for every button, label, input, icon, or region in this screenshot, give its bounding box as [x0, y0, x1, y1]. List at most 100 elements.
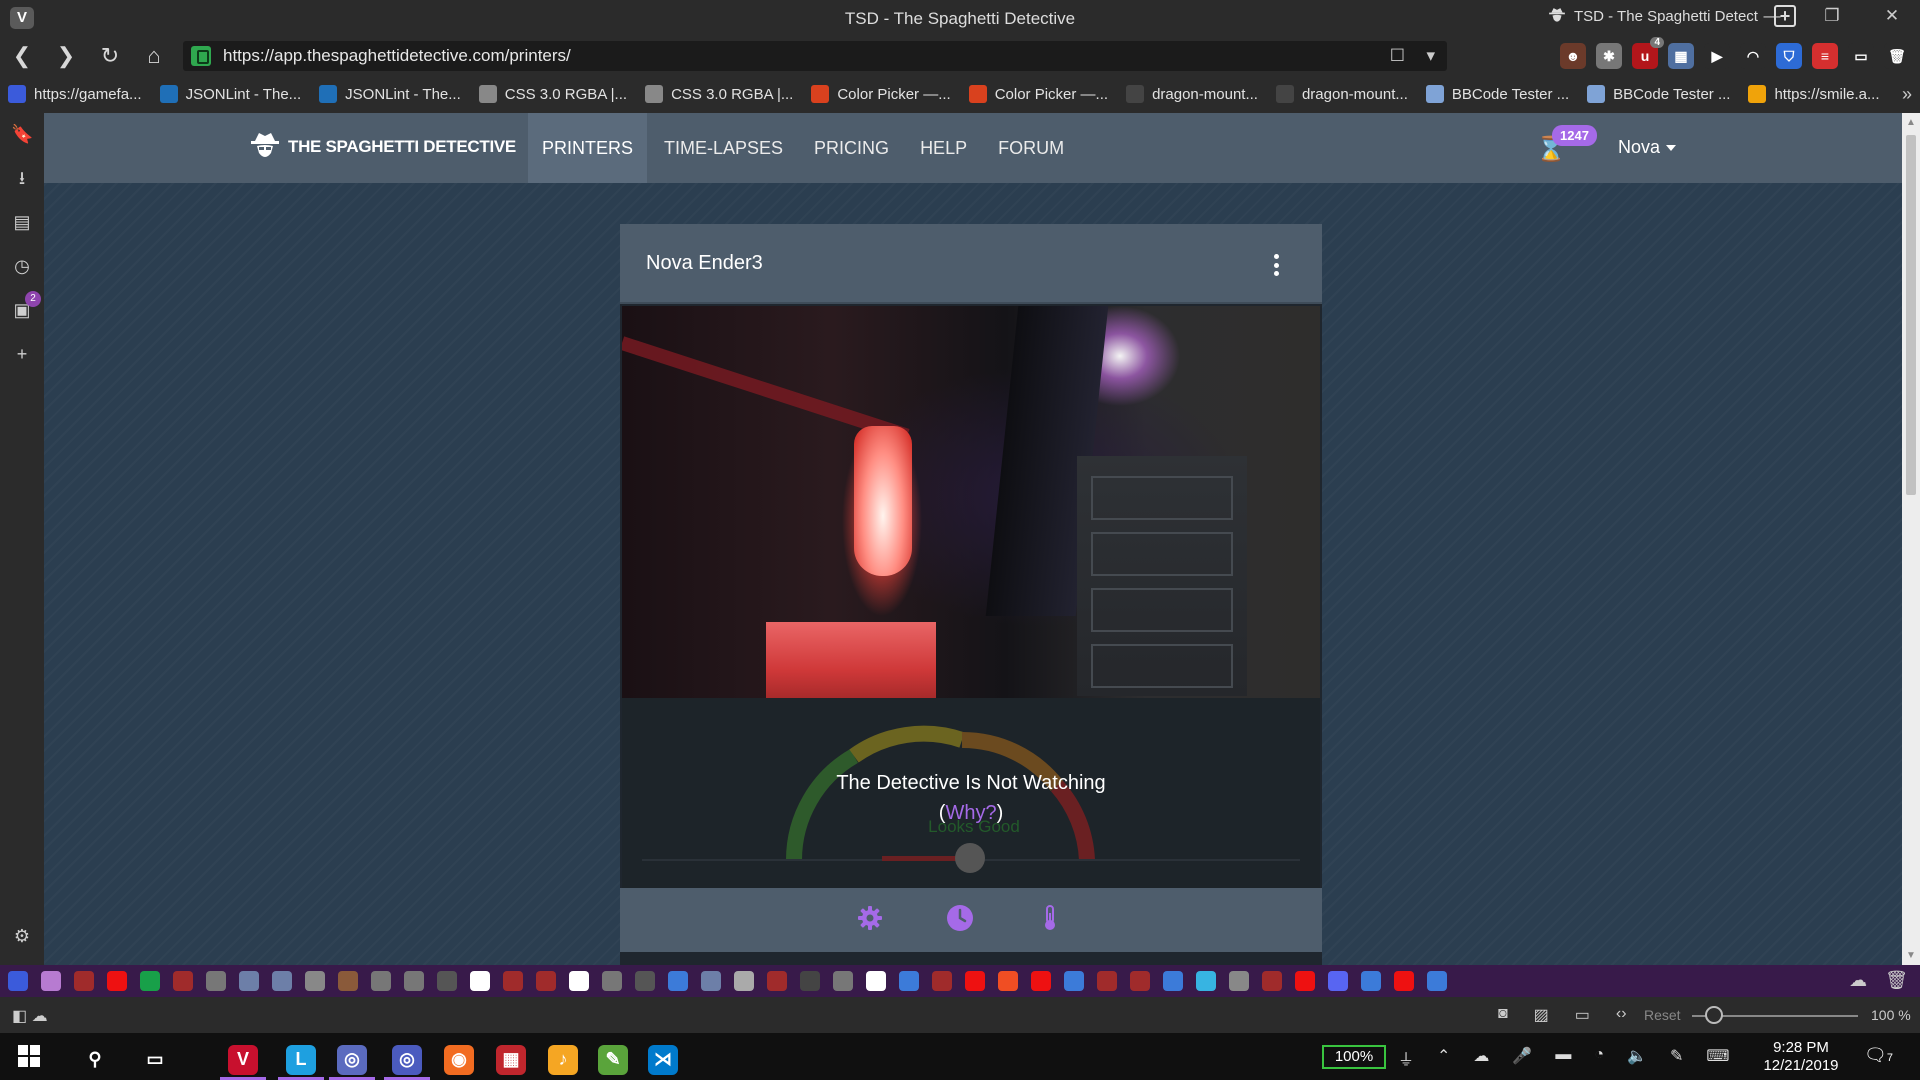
pinned-tab[interactable]	[800, 971, 820, 991]
pinned-tab[interactable]	[602, 971, 622, 991]
nav-help[interactable]: HELP	[906, 113, 981, 183]
downloads-panel-icon[interactable]: ⭳	[11, 167, 33, 189]
pinned-tab[interactable]	[503, 971, 523, 991]
scrollbar-thumb[interactable]	[1906, 135, 1916, 495]
stack-extension-icon[interactable]: ≡	[1812, 43, 1838, 69]
ublock-extension-icon[interactable]: u4	[1632, 37, 1664, 69]
pinned-tab[interactable]	[833, 971, 853, 991]
taskbar-task-view[interactable]: ▭	[128, 1039, 182, 1080]
thermometer-icon[interactable]	[1036, 904, 1064, 932]
bookmarks-panel-icon[interactable]: 🔖	[11, 123, 33, 145]
camera-icon[interactable]: ◙	[1498, 1005, 1508, 1025]
home-button[interactable]: ⌂	[140, 43, 168, 69]
pinned-tab[interactable]	[8, 971, 28, 991]
bookmark-item[interactable]: JSONLint - The...	[319, 85, 461, 103]
pinned-tab[interactable]	[437, 971, 457, 991]
pinned-tab[interactable]	[1229, 971, 1249, 991]
onedrive-icon[interactable]: ☁	[1473, 1046, 1489, 1070]
battery-indicator[interactable]: 100%	[1322, 1045, 1386, 1069]
nav-time-lapses[interactable]: TIME-LAPSES	[650, 113, 797, 183]
pinned-tab[interactable]	[305, 971, 325, 991]
taskbar-lightshot[interactable]: L	[274, 1039, 328, 1080]
taskbar-itunes[interactable]: ♪	[536, 1039, 590, 1080]
bookmark-page-icon[interactable]: ☐	[1390, 41, 1405, 71]
code-icon[interactable]: ‹›	[1616, 1005, 1627, 1025]
pinned-tab[interactable]	[107, 971, 127, 991]
pinned-tab[interactable]	[635, 971, 655, 991]
detective-hours-badge[interactable]: 1247	[1552, 125, 1597, 146]
bookmark-item[interactable]: BBCode Tester ...	[1425, 85, 1569, 103]
nav-pricing[interactable]: PRICING	[800, 113, 903, 183]
url-field[interactable]: https://app.thespaghettidetective.com/pr…	[183, 41, 1447, 71]
pinned-tab[interactable]	[371, 971, 391, 991]
bookmarks-overflow-icon[interactable]: »	[1902, 84, 1912, 105]
window-panel-icon[interactable]: ▣ 2	[11, 291, 41, 321]
pinned-tab[interactable]	[1262, 971, 1282, 991]
pinned-tab[interactable]	[41, 971, 61, 991]
pinned-tab[interactable]	[998, 971, 1018, 991]
pinned-tab[interactable]	[1394, 971, 1414, 991]
pinned-tab[interactable]	[965, 971, 985, 991]
taskbar-discord[interactable]: ◎	[380, 1039, 434, 1080]
bookmark-item[interactable]: https://smile.a...	[1748, 85, 1880, 103]
taskbar-discord-beta[interactable]: ◎	[325, 1039, 379, 1080]
pinned-tab[interactable]	[866, 971, 886, 991]
cloud-sync-icon[interactable]: ☁	[1849, 970, 1867, 991]
notes-panel-icon[interactable]: ▤	[11, 211, 33, 233]
reload-button[interactable]: ↻	[96, 43, 124, 69]
keyboard-icon[interactable]: ⌨	[1706, 1046, 1729, 1070]
bookmark-item[interactable]: dragon-mount...	[1126, 85, 1258, 103]
pinned-tab[interactable]	[1196, 971, 1216, 991]
bookmark-item[interactable]: dragon-mount...	[1275, 85, 1408, 103]
back-button[interactable]: ❮	[8, 43, 36, 69]
forward-button[interactable]: ❯	[52, 43, 80, 69]
add-panel-icon[interactable]: +	[11, 343, 33, 365]
pinned-tab[interactable]	[932, 971, 952, 991]
bookmark-item[interactable]: CSS 3.0 RGBA |...	[478, 85, 627, 103]
gear-icon[interactable]	[856, 904, 884, 932]
page-scrollbar[interactable]: ▲ ▼	[1902, 113, 1920, 965]
nav-printers[interactable]: PRINTERS	[528, 113, 648, 183]
volume-icon[interactable]: 🔈	[1627, 1046, 1647, 1070]
why-link[interactable]: Why?	[945, 802, 996, 824]
pinned-tab[interactable]	[734, 971, 754, 991]
pen-icon[interactable]: ✎	[1670, 1046, 1683, 1070]
pinned-tab[interactable]	[1361, 971, 1381, 991]
windows-start-icon[interactable]	[18, 1045, 40, 1067]
history-panel-icon[interactable]: ◷	[11, 255, 33, 277]
pinned-tab[interactable]	[140, 971, 160, 991]
avatar-extension-icon[interactable]: ☻	[1560, 43, 1586, 69]
tray-expand-icon[interactable]: ⌃	[1437, 1046, 1450, 1070]
pinned-tab[interactable]	[668, 971, 688, 991]
more-options-icon[interactable]	[1274, 254, 1280, 276]
taskbar-origin[interactable]: ◉	[432, 1039, 486, 1080]
pinned-tab[interactable]	[1064, 971, 1084, 991]
taskbar-vivaldi[interactable]: V	[216, 1039, 270, 1080]
trash-extension-icon[interactable]: 🗑	[1884, 43, 1910, 69]
bookmark-item[interactable]: Color Picker —...	[811, 85, 951, 103]
clock-icon[interactable]	[946, 904, 974, 932]
bookmark-item[interactable]: https://gamefa...	[8, 85, 142, 103]
user-menu[interactable]: Nova	[1618, 137, 1677, 158]
action-center-icon[interactable]: 🗨7	[1864, 1045, 1893, 1066]
bookmark-item[interactable]: BBCode Tester ...	[1587, 85, 1730, 103]
pinned-tab[interactable]	[536, 971, 556, 991]
taskbar-grid-app[interactable]: ▦	[484, 1039, 538, 1080]
pinned-tab[interactable]	[1097, 971, 1117, 991]
window-extension-icon[interactable]: ▦	[1668, 43, 1694, 69]
active-tab[interactable]: TSD - The Spaghetti Detect	[1538, 2, 1760, 30]
scroll-up-icon[interactable]: ▲	[1906, 117, 1916, 128]
taskbar-paint[interactable]: ✎	[586, 1039, 640, 1080]
shield-extension-icon[interactable]: ⛉	[1776, 43, 1802, 69]
pip-extension-icon[interactable]: ▭	[1848, 43, 1874, 69]
pinned-tab[interactable]	[173, 971, 193, 991]
site-brand[interactable]: THE SPAGHETTI DETECTIVE	[250, 131, 516, 163]
pinned-tab[interactable]	[701, 971, 721, 991]
headphones-extension-icon[interactable]: ◠	[1740, 43, 1766, 69]
pinned-tab[interactable]	[1163, 971, 1183, 991]
tiling-icon[interactable]: ▭	[1575, 1005, 1590, 1025]
settings-gear-icon[interactable]: ⚙	[11, 925, 33, 947]
power-plug-icon[interactable]: ⏚	[1398, 1046, 1414, 1070]
taskbar-search[interactable]: ⚲	[68, 1039, 122, 1080]
panel-toggle-icon[interactable]: ◧ ☁	[12, 1006, 48, 1026]
